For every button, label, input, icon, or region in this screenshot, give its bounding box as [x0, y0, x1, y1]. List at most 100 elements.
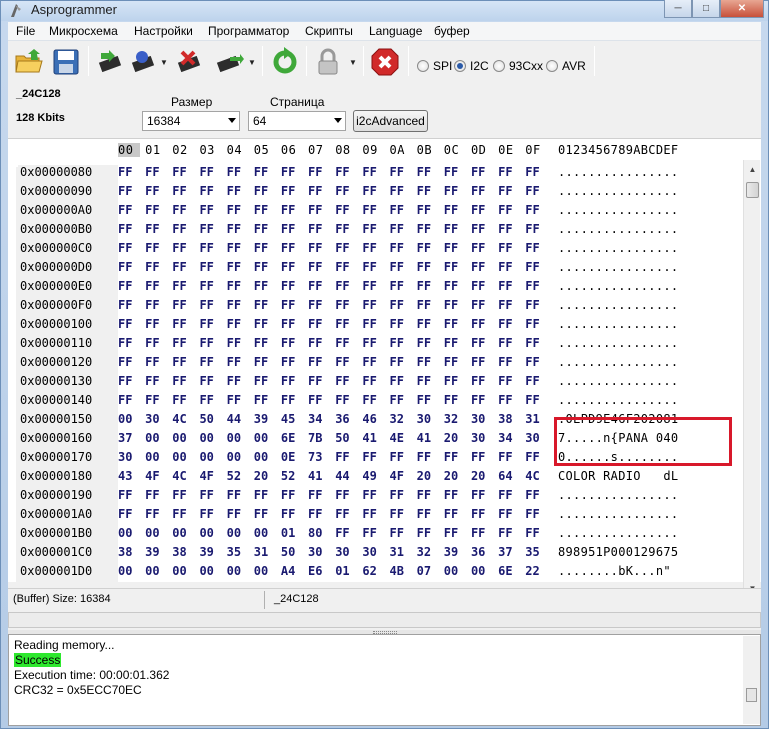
- hex-byte[interactable]: 39: [444, 545, 458, 559]
- hex-byte[interactable]: FF: [308, 393, 322, 407]
- erase-chip-icon[interactable]: [174, 47, 204, 77]
- hex-byte[interactable]: 41: [417, 431, 431, 445]
- hex-byte[interactable]: 31: [525, 412, 539, 426]
- hex-byte[interactable]: FF: [417, 393, 431, 407]
- hex-byte[interactable]: FF: [172, 260, 186, 274]
- hex-byte[interactable]: 39: [199, 545, 213, 559]
- hex-byte[interactable]: FF: [525, 317, 539, 331]
- ascii-text[interactable]: ................: [558, 184, 678, 198]
- ascii-text[interactable]: COLOR RADIO dL: [558, 469, 678, 483]
- hex-byte[interactable]: FF: [362, 279, 376, 293]
- hex-byte[interactable]: FF: [525, 450, 539, 464]
- hex-byte[interactable]: FF: [145, 260, 159, 274]
- hex-byte[interactable]: FF: [281, 241, 295, 255]
- hex-byte[interactable]: FF: [172, 336, 186, 350]
- hex-byte[interactable]: FF: [172, 298, 186, 312]
- hex-byte[interactable]: FF: [335, 203, 349, 217]
- radio-button[interactable]: [546, 60, 558, 72]
- hex-byte[interactable]: 31: [390, 545, 404, 559]
- hex-byte[interactable]: FF: [335, 317, 349, 331]
- hex-byte[interactable]: FF: [417, 165, 431, 179]
- menu-chip[interactable]: Микросхема: [49, 24, 118, 38]
- hex-byte[interactable]: FF: [390, 393, 404, 407]
- ascii-text[interactable]: ................: [558, 222, 678, 236]
- hex-byte[interactable]: FF: [199, 488, 213, 502]
- hex-byte[interactable]: FF: [227, 507, 241, 521]
- hex-byte[interactable]: FF: [335, 298, 349, 312]
- hex-byte[interactable]: 52: [227, 469, 241, 483]
- hex-byte[interactable]: FF: [390, 317, 404, 331]
- hex-byte[interactable]: 34: [308, 412, 322, 426]
- hex-byte[interactable]: FF: [227, 279, 241, 293]
- hex-byte[interactable]: FF: [145, 393, 159, 407]
- hex-byte[interactable]: FF: [308, 184, 322, 198]
- hex-byte[interactable]: FF: [498, 526, 512, 540]
- hex-byte[interactable]: FF: [444, 507, 458, 521]
- hex-byte[interactable]: FF: [199, 355, 213, 369]
- stop-icon[interactable]: [370, 47, 400, 77]
- hex-byte[interactable]: FF: [199, 184, 213, 198]
- menu-buffer[interactable]: буфер: [434, 24, 470, 38]
- hex-byte[interactable]: 44: [335, 469, 349, 483]
- hex-byte[interactable]: FF: [362, 488, 376, 502]
- hex-byte[interactable]: FF: [417, 241, 431, 255]
- hex-byte[interactable]: FF: [390, 507, 404, 521]
- hex-byte[interactable]: 37: [118, 431, 132, 445]
- hex-byte[interactable]: FF: [390, 298, 404, 312]
- scroll-thumb[interactable]: [746, 688, 757, 702]
- hex-byte[interactable]: FF: [145, 488, 159, 502]
- hex-byte[interactable]: FF: [254, 374, 268, 388]
- hex-byte[interactable]: FF: [471, 374, 485, 388]
- hex-byte[interactable]: FF: [444, 336, 458, 350]
- hex-byte[interactable]: FF: [308, 279, 322, 293]
- hex-byte[interactable]: FF: [362, 317, 376, 331]
- hex-byte[interactable]: FF: [254, 393, 268, 407]
- hex-byte[interactable]: FF: [362, 222, 376, 236]
- radio-button[interactable]: [417, 60, 429, 72]
- hex-byte[interactable]: 32: [390, 412, 404, 426]
- hex-byte[interactable]: FF: [362, 393, 376, 407]
- hex-byte[interactable]: FF: [444, 393, 458, 407]
- hex-byte[interactable]: FF: [498, 507, 512, 521]
- hex-byte[interactable]: FF: [254, 317, 268, 331]
- hex-byte[interactable]: 00: [118, 412, 132, 426]
- hex-byte[interactable]: FF: [281, 393, 295, 407]
- hex-byte[interactable]: FF: [390, 279, 404, 293]
- hex-byte[interactable]: FF: [444, 450, 458, 464]
- hex-byte[interactable]: FF: [145, 317, 159, 331]
- hex-byte[interactable]: FF: [281, 279, 295, 293]
- hex-byte[interactable]: FF: [118, 279, 132, 293]
- hex-byte[interactable]: 00: [145, 564, 159, 578]
- hex-byte[interactable]: FF: [362, 336, 376, 350]
- hex-byte[interactable]: FF: [254, 203, 268, 217]
- hex-byte[interactable]: FF: [498, 279, 512, 293]
- hex-byte[interactable]: FF: [335, 374, 349, 388]
- hex-byte[interactable]: FF: [199, 203, 213, 217]
- hex-byte[interactable]: 31: [254, 545, 268, 559]
- hex-byte[interactable]: FF: [227, 241, 241, 255]
- hex-byte[interactable]: FF: [199, 260, 213, 274]
- radio-93cxx[interactable]: 93Cxx: [493, 59, 543, 73]
- hex-byte[interactable]: FF: [498, 241, 512, 255]
- menu-settings[interactable]: Настройки: [134, 24, 193, 38]
- hex-byte[interactable]: FF: [335, 279, 349, 293]
- hex-byte[interactable]: 50: [281, 545, 295, 559]
- hex-byte[interactable]: FF: [471, 317, 485, 331]
- hex-byte[interactable]: FF: [172, 241, 186, 255]
- hex-byte[interactable]: 20: [471, 469, 485, 483]
- hex-byte[interactable]: FF: [525, 355, 539, 369]
- hex-byte[interactable]: FF: [172, 488, 186, 502]
- hex-byte[interactable]: FF: [308, 374, 322, 388]
- hex-byte[interactable]: FF: [498, 317, 512, 331]
- hex-byte[interactable]: FF: [444, 184, 458, 198]
- chevron-down-icon[interactable]: ▼: [349, 58, 357, 67]
- hex-byte[interactable]: FF: [199, 393, 213, 407]
- hex-byte[interactable]: FF: [417, 298, 431, 312]
- hex-byte[interactable]: FF: [362, 203, 376, 217]
- hex-editor[interactable]: 00 01 02 03 04 05 06 07 08 09 0A 0B 0C 0D 0E 0F 0123456…: [8, 138, 761, 583]
- hex-byte[interactable]: 00: [254, 564, 268, 578]
- hex-byte[interactable]: FF: [525, 298, 539, 312]
- hex-byte[interactable]: FF: [471, 241, 485, 255]
- hex-byte[interactable]: FF: [417, 260, 431, 274]
- hex-byte[interactable]: FF: [335, 488, 349, 502]
